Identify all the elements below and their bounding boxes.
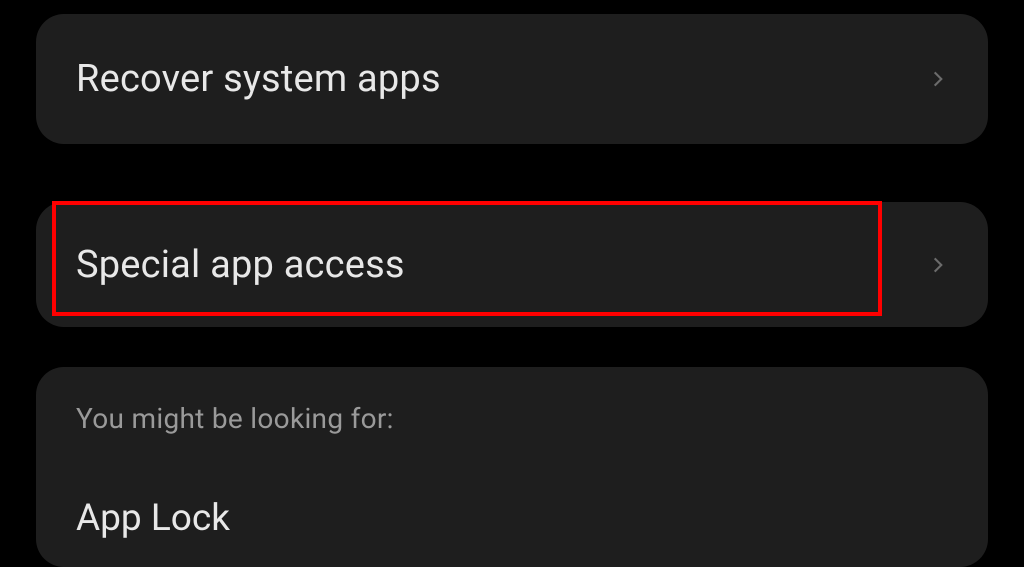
chevron-right-icon (928, 69, 948, 89)
suggestions-title: You might be looking for: (76, 402, 948, 435)
suggestion-item-app-lock[interactable]: App Lock (76, 497, 948, 540)
settings-item-special-app-access[interactable]: Special app access (36, 202, 988, 327)
settings-item-recover-system-apps[interactable]: Recover system apps (36, 14, 988, 144)
settings-item-label: Special app access (76, 243, 405, 287)
settings-item-label: Recover system apps (76, 57, 441, 101)
suggestions-card: You might be looking for: App Lock (36, 367, 988, 567)
chevron-right-icon (928, 255, 948, 275)
